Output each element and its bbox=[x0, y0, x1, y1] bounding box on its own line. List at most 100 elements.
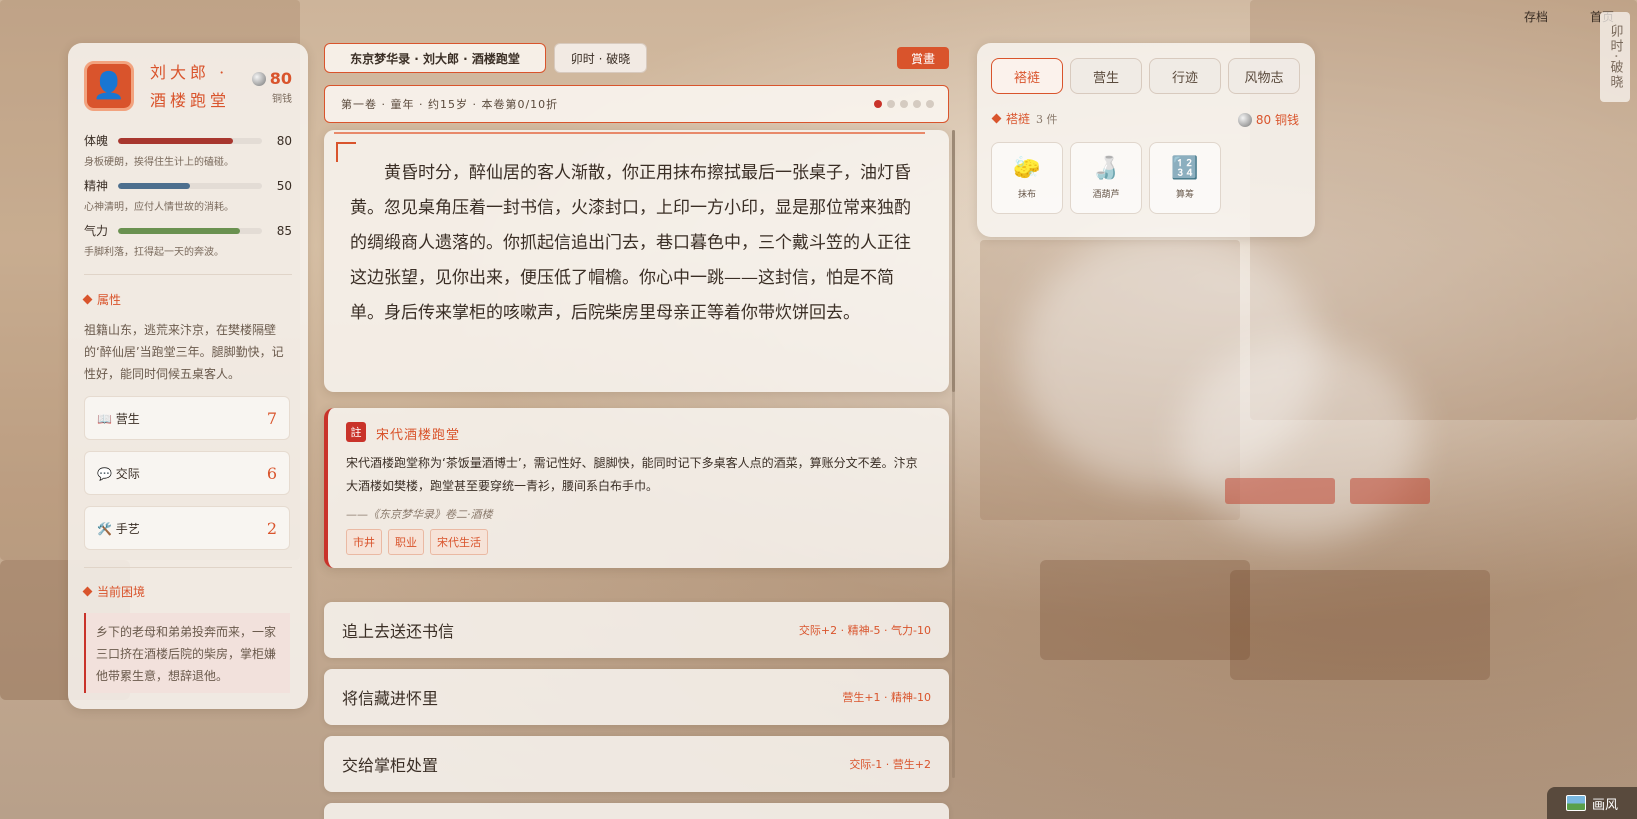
coin-icon bbox=[251, 71, 266, 86]
person-icon: 👤 bbox=[92, 71, 126, 101]
stat-spirit: 精神 50 心神清明，应付人情世故的消耗。 bbox=[84, 177, 292, 214]
tag[interactable]: 职业 bbox=[388, 529, 424, 555]
skill-value: 6 bbox=[266, 463, 277, 483]
inventory-coins: 80 铜钱 bbox=[1237, 111, 1299, 128]
reward-button[interactable]: 賞畫 bbox=[897, 47, 949, 69]
dilemma-heading: 当前困境 bbox=[82, 583, 145, 600]
inventory-item[interactable]: 🍶 酒葫芦 bbox=[1070, 142, 1142, 214]
skill-social[interactable]: 💬 交际 6 bbox=[84, 451, 290, 495]
picture-icon bbox=[1565, 795, 1586, 811]
note-tags: 市井 职业 宋代生活 bbox=[346, 529, 488, 555]
character-name: 刘大郎 · 酒楼跑堂 bbox=[150, 63, 231, 110]
skill-label: 📖 营生 bbox=[97, 411, 140, 426]
note-badge: 註 bbox=[346, 422, 366, 442]
inventory-item[interactable]: 🧽 抹布 bbox=[991, 142, 1063, 214]
skill-livelihood[interactable]: 📖 营生 7 bbox=[84, 396, 290, 440]
story-text: 黄昏时分，醉仙居的客人渐散，你正用抹布擦拭最后一张桌子，油灯昏黄。忽见桌角压着一… bbox=[350, 163, 911, 323]
inventory-heading: 褡裢 3 件 bbox=[991, 110, 1058, 127]
stat-value: 50 bbox=[276, 178, 292, 193]
progress-dots bbox=[874, 100, 934, 108]
note-title: 宋代酒楼跑堂 bbox=[376, 428, 461, 443]
stat-label: 精神 bbox=[84, 179, 109, 193]
dilemma-text: 乡下的老母和弟弟投奔而来，一家三口挤在酒楼后院的柴房，掌柜嫌他带累生意，想辞退他… bbox=[84, 613, 290, 693]
choice-text: 追上去送还书信 bbox=[342, 622, 455, 641]
tab-travels[interactable]: 行迹 bbox=[1149, 58, 1221, 94]
stat-body: 体魄 80 身板硬朗，挨得住生计上的磕碰。 bbox=[84, 132, 292, 169]
tab-livelihood[interactable]: 营生 bbox=[1070, 58, 1142, 94]
stat-value: 80 bbox=[276, 133, 292, 148]
choice-option[interactable]: 交给掌柜处置 交际-1 · 营生+2 bbox=[324, 736, 949, 792]
tab-bag[interactable]: 褡裢 bbox=[991, 58, 1063, 94]
choice-option[interactable]: 将信藏进怀里 营生+1 · 精神-10 bbox=[324, 669, 949, 725]
progress-dot bbox=[926, 100, 934, 108]
chapter-progress: 第一卷 · 童年 · 约15岁 · 本卷第0/10折 bbox=[324, 85, 949, 123]
vertical-time-label: 卯时·破晓 bbox=[1600, 12, 1630, 102]
note-source: ——《东京梦华录》卷二·酒楼 bbox=[346, 508, 493, 521]
stat-bar bbox=[118, 137, 262, 144]
coin-display: 80 铜钱 bbox=[251, 69, 292, 105]
stat-bar bbox=[118, 182, 262, 189]
skill-label: 💬 交际 bbox=[97, 466, 140, 481]
stat-label: 气力 bbox=[84, 224, 109, 238]
progress-dot bbox=[913, 100, 921, 108]
stat-desc: 心神清明，应付人情世故的消耗。 bbox=[84, 202, 234, 213]
gourd-icon: 🍶 bbox=[1092, 155, 1120, 181]
story-card: 黄昏时分，醉仙居的客人渐散，你正用抹布擦拭最后一张桌子，油灯昏黄。忽见桌角压着一… bbox=[324, 130, 949, 392]
time-of-day: 卯时 · 破晓 bbox=[554, 43, 647, 73]
note-body: 宋代酒楼跑堂称为‘茶饭量酒博士’，需记性好、腿脚快，能同时记下多桌客人点的酒菜，… bbox=[346, 456, 918, 493]
attributes-text: 祖籍山东，逃荒来汴京，在樊楼隔壁的‘醉仙居’当跑堂三年。腿脚勤快，记性好，能同时… bbox=[84, 323, 284, 381]
coin-label: 铜钱 bbox=[272, 94, 292, 105]
coin-count: 80 bbox=[269, 69, 292, 88]
stat-label: 体魄 bbox=[84, 134, 109, 148]
diamond-icon bbox=[991, 113, 1002, 124]
speech-icon: 💬 bbox=[97, 466, 112, 481]
stat-bar-fill bbox=[118, 182, 190, 189]
stat-desc: 手脚利落，扛得起一天的奔波。 bbox=[84, 247, 224, 258]
attributes-heading: 属性 bbox=[82, 291, 121, 308]
progress-dot bbox=[887, 100, 895, 108]
choice-text: 交给掌柜处置 bbox=[342, 756, 439, 775]
inventory-panel: 褡裢 营生 行迹 风物志 褡裢 3 件 80 铜钱 🧽 抹布 🍶 酒葫芦 🔢 算筹 bbox=[977, 43, 1315, 237]
diamond-icon bbox=[82, 586, 93, 597]
choice-effects: 交际-1 · 营生+2 bbox=[849, 758, 931, 771]
sponge-icon: 🧽 bbox=[1013, 155, 1041, 181]
item-label: 算筹 bbox=[1175, 189, 1194, 200]
diamond-icon bbox=[82, 294, 93, 305]
breadcrumb: 东京梦华录 · 刘大郎 · 酒楼跑堂 bbox=[324, 43, 546, 73]
stat-bar-fill bbox=[118, 227, 241, 234]
stat-strength: 气力 85 手脚利落，扛得起一天的奔波。 bbox=[84, 222, 292, 259]
inventory-item[interactable]: 🔢 算筹 bbox=[1149, 142, 1221, 214]
tag[interactable]: 宋代生活 bbox=[430, 529, 488, 555]
tab-customs[interactable]: 风物志 bbox=[1228, 58, 1300, 94]
inventory-count: 3 件 bbox=[1036, 112, 1058, 126]
tools-icon: 🛠️ bbox=[97, 521, 112, 536]
scrollbar-thumb[interactable] bbox=[952, 130, 955, 392]
choice-text: 将信藏进怀里 bbox=[342, 689, 439, 708]
skill-value: 2 bbox=[266, 518, 277, 538]
stat-value: 85 bbox=[276, 223, 292, 238]
choice-option-partial[interactable] bbox=[324, 803, 949, 819]
choice-option[interactable]: 追上去送还书信 交际+2 · 精神-5 · 气力-10 bbox=[324, 602, 949, 658]
coin-icon bbox=[1237, 112, 1252, 127]
skill-value: 7 bbox=[266, 408, 277, 428]
divider bbox=[84, 567, 292, 568]
choice-effects: 营生+1 · 精神-10 bbox=[842, 691, 931, 704]
tag[interactable]: 市井 bbox=[346, 529, 382, 555]
chapter-progress-text: 第一卷 · 童年 · 约15岁 · 本卷第0/10折 bbox=[341, 98, 559, 111]
stat-bar-fill bbox=[118, 137, 234, 144]
avatar[interactable]: 👤 bbox=[84, 61, 134, 111]
skill-craft[interactable]: 🛠️ 手艺 2 bbox=[84, 506, 290, 550]
art-style-button[interactable]: 画风 bbox=[1547, 787, 1637, 819]
save-button[interactable]: 存档 bbox=[1524, 8, 1548, 25]
stat-desc: 身板硬朗，挨得住生计上的磕碰。 bbox=[84, 157, 234, 168]
divider bbox=[84, 274, 292, 275]
story-topline bbox=[334, 132, 925, 134]
annotation-card: 註 宋代酒楼跑堂 宋代酒楼跑堂称为‘茶饭量酒博士’，需记性好、腿脚快，能同时记下… bbox=[324, 408, 949, 568]
item-label: 抹布 bbox=[1017, 189, 1036, 200]
progress-dot bbox=[900, 100, 908, 108]
scrollbar[interactable] bbox=[952, 130, 955, 778]
progress-dot bbox=[874, 100, 882, 108]
choice-effects: 交际+2 · 精神-5 · 气力-10 bbox=[798, 624, 931, 637]
skill-label: 🛠️ 手艺 bbox=[97, 521, 140, 536]
abacus-icon: 🔢 bbox=[1171, 155, 1199, 181]
